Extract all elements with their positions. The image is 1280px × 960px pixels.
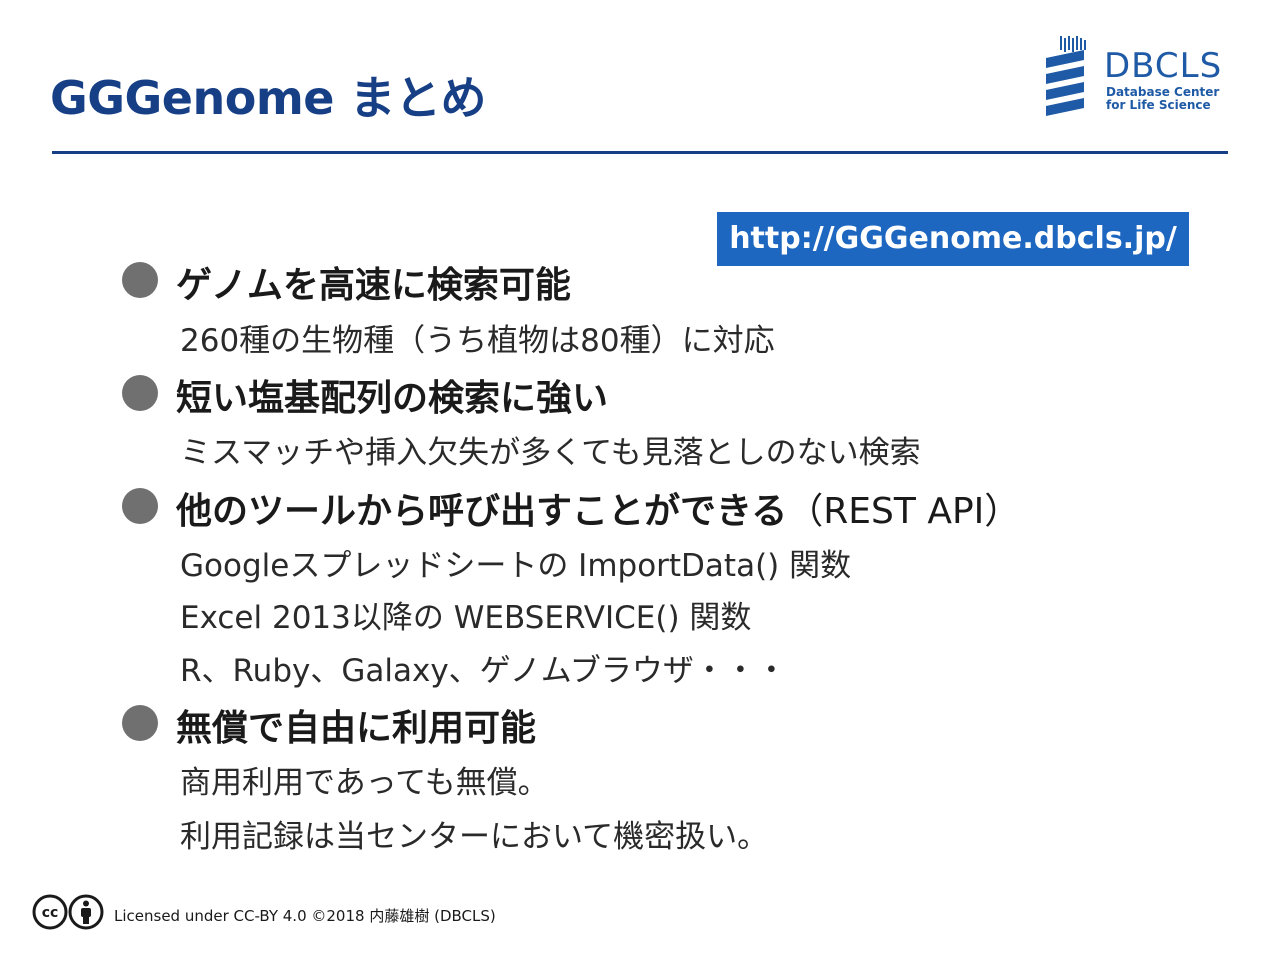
- bullet-heading: 無償で自由に利用可能: [176, 708, 537, 749]
- bullet-detail: R、Ruby、Galaxy、ゲノムブラウザ・・・: [180, 653, 787, 689]
- title-divider: [52, 151, 1228, 154]
- bullet-heading-suffix: （REST API）: [787, 491, 1021, 532]
- bullet-dot-icon: [122, 705, 158, 741]
- logo-subtitle-line2: for Life Science: [1106, 98, 1211, 112]
- slide-title: GGGenome まとめ: [50, 71, 486, 125]
- bullet-detail: 商用利用であっても無償。: [180, 765, 549, 801]
- bullet-detail: 260種の生物種（うち植物は80種）に対応: [180, 323, 775, 359]
- by-person-icon: [68, 894, 104, 930]
- bullet-detail: ミスマッチや挿入欠失が多くても見落としのない検索: [180, 435, 921, 471]
- bullet-heading: 他のツールから呼び出すことができる（REST API）: [176, 482, 1020, 534]
- bullet-detail: Excel 2013以降の WEBSERVICE() 関数: [180, 600, 752, 636]
- bullet-dot-icon: [122, 375, 158, 411]
- gggenome-url-link[interactable]: http://GGGenome.dbcls.jp/: [717, 212, 1189, 266]
- bullet-dot-icon: [122, 262, 158, 298]
- dna-helix-icon: [1046, 36, 1086, 116]
- bullet-heading: 短い塩基配列の検索に強い: [176, 378, 609, 419]
- logo-wordmark: DBCLS: [1104, 46, 1223, 86]
- bullet-heading-text: 他のツールから呼び出すことができる: [176, 491, 788, 532]
- bullet-detail: Googleスプレッドシートの ImportData() 関数: [180, 548, 852, 584]
- bullet-heading: ゲノムを高速に検索可能: [176, 265, 571, 306]
- bullet-dot-icon: [122, 488, 158, 524]
- dbcls-logo: DBCLS Database Center for Life Science: [1040, 34, 1240, 124]
- cc-icon-label: cc: [42, 905, 59, 921]
- bullet-detail: 利用記録は当センターにおいて機密扱い。: [180, 819, 769, 855]
- cc-icon: cc: [32, 894, 68, 930]
- license-text: Licensed under CC-BY 4.0 ©2018 内藤雄樹 (DBC…: [114, 907, 496, 925]
